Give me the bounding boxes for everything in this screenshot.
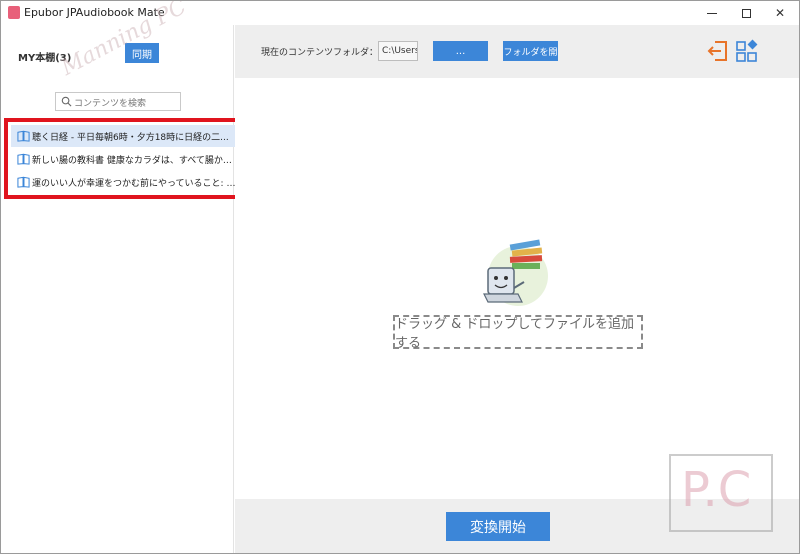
books-laptop-illustration — [483, 239, 548, 306]
book-title: 新しい腸の教科書 健康なカラダは、すべて腸から... — [32, 155, 240, 166]
book-item[interactable]: 運のいい人が幸運をつかむ前にやっていること: セレ... — [11, 171, 240, 193]
book-item[interactable]: 新しい腸の教科書 健康なカラダは、すべて腸から... — [11, 148, 240, 170]
open-folder-button[interactable]: フォルダを開 — [503, 41, 558, 61]
sidebar: MY本棚(3) 同期 コンテンツを検索 聴く日経 - 平日毎朝6時・夕方18時に… — [1, 25, 246, 553]
book-title: 聴く日経 - 平日毎朝6時・夕方18時に日経の二... — [32, 132, 229, 143]
import-icon[interactable] — [706, 39, 730, 63]
title-bar: Epubor JPAudiobook Mate ✕ — [1, 1, 799, 25]
book-icon — [17, 176, 30, 188]
search-icon — [61, 96, 72, 107]
minimize-button[interactable] — [695, 1, 729, 25]
book-icon — [17, 130, 30, 142]
close-button[interactable]: ✕ — [763, 1, 797, 25]
minimize-icon — [707, 12, 717, 14]
book-icon — [17, 153, 30, 165]
close-icon: ✕ — [774, 6, 786, 20]
folder-path-field[interactable]: C:\Users\ — [378, 41, 418, 61]
drop-hint: ドラッグ & ドロップしてファイルを追加する — [393, 315, 643, 351]
toolbar: 現在のコンテンツフォルダ： C:\Users\ ... フォルダを開 — [235, 25, 799, 78]
maximize-icon — [741, 8, 751, 18]
search-input[interactable]: コンテンツを検索 — [55, 92, 181, 111]
search-placeholder: コンテンツを検索 — [74, 99, 147, 109]
app-logo-icon — [8, 6, 20, 19]
apps-icon[interactable] — [735, 39, 759, 63]
browse-button[interactable]: ... — [433, 41, 488, 61]
app-window: Epubor JPAudiobook Mate ✕ MY本棚(3) 同期 コンテ… — [0, 0, 800, 554]
book-list: 聴く日経 - 平日毎朝6時・夕方18時に日経の二... 新しい腸の教科書 健康な… — [4, 118, 246, 199]
watermark-logo: P.C — [669, 454, 773, 532]
book-title: 運のいい人が幸運をつかむ前にやっていること: セレ... — [32, 178, 240, 189]
drop-area[interactable]: ドラッグ & ドロップしてファイルを追加する — [235, 78, 799, 499]
maximize-button[interactable] — [729, 1, 763, 25]
book-item[interactable]: 聴く日経 - 平日毎朝6時・夕方18時に日経の二... — [11, 125, 240, 147]
folder-label: 現在のコンテンツフォルダ： — [261, 48, 379, 58]
watermark-logo-text: P.C — [681, 462, 752, 518]
convert-button[interactable]: 変換開始 — [446, 512, 550, 541]
